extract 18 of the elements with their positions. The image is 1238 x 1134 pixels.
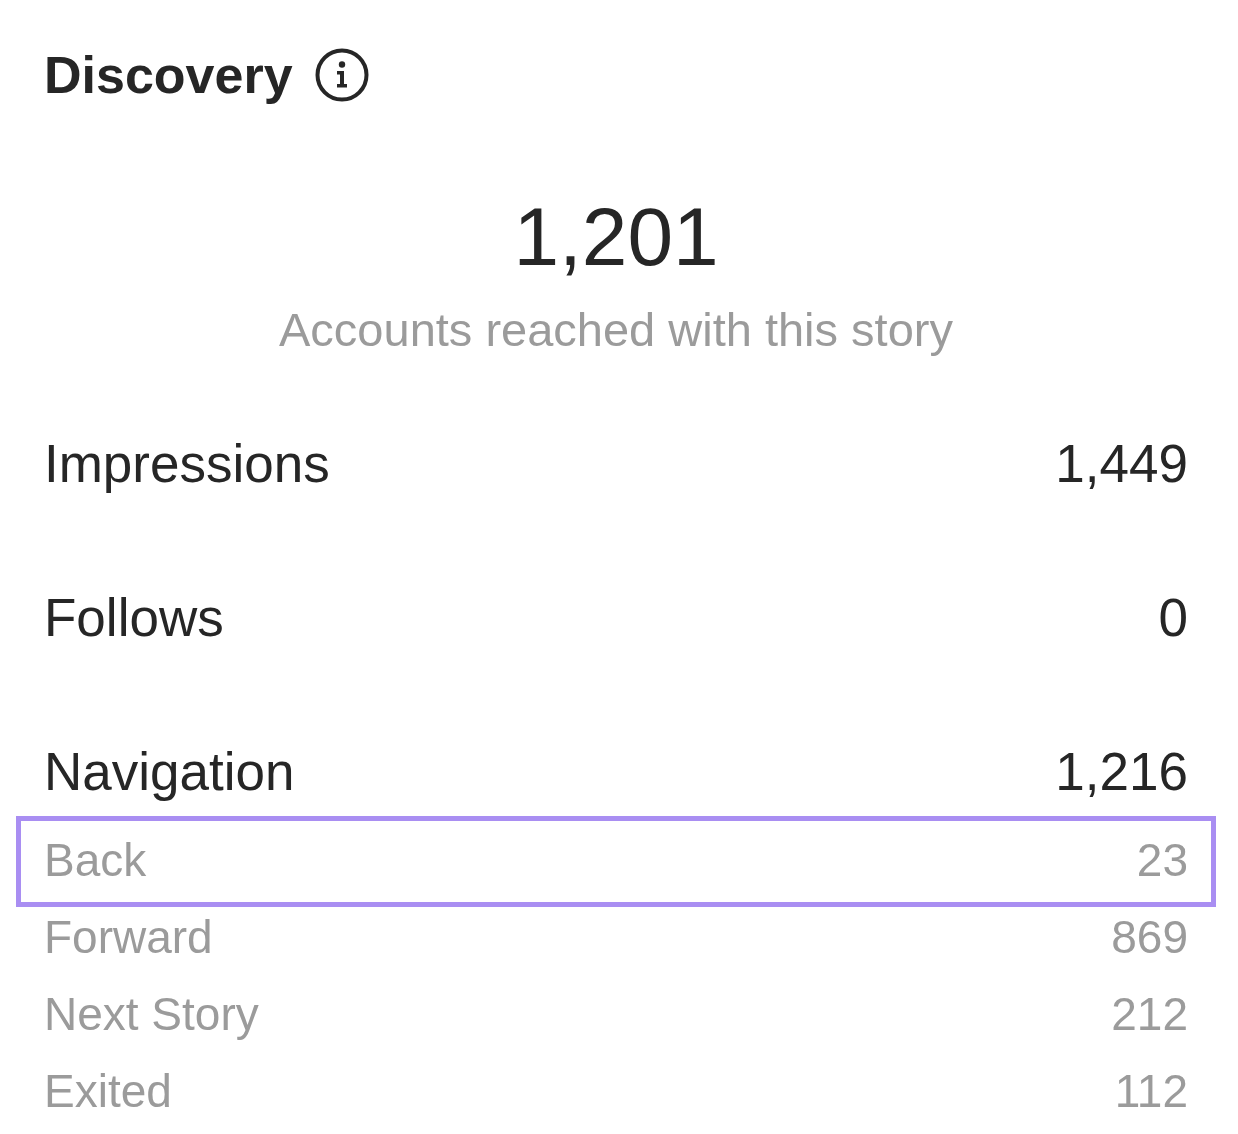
metric-label: Impressions: [44, 432, 330, 494]
breakdown-value: 23: [1136, 832, 1188, 887]
breakdown-label: Next Story: [44, 986, 259, 1041]
breakdown-value: 112: [1114, 1063, 1188, 1118]
metric-label: Navigation: [44, 740, 295, 802]
breakdown-label: Exited: [44, 1063, 172, 1118]
metric-value: 0: [1158, 586, 1188, 648]
breakdown-label: Forward: [44, 909, 213, 964]
breakdown-value: 212: [1111, 986, 1188, 1041]
accounts-reached-caption: Accounts reached with this story: [279, 302, 953, 358]
breakdown-label: Back: [44, 832, 147, 887]
metric-label: Follows: [44, 586, 224, 648]
metric-value: 1,216: [1055, 740, 1188, 802]
info-icon[interactable]: [314, 48, 369, 102]
section-title: Discovery: [44, 45, 293, 106]
breakdown-value: 869: [1111, 909, 1188, 964]
metric-value: 1,449: [1055, 432, 1188, 494]
accounts-reached-count: 1,201: [513, 196, 719, 278]
